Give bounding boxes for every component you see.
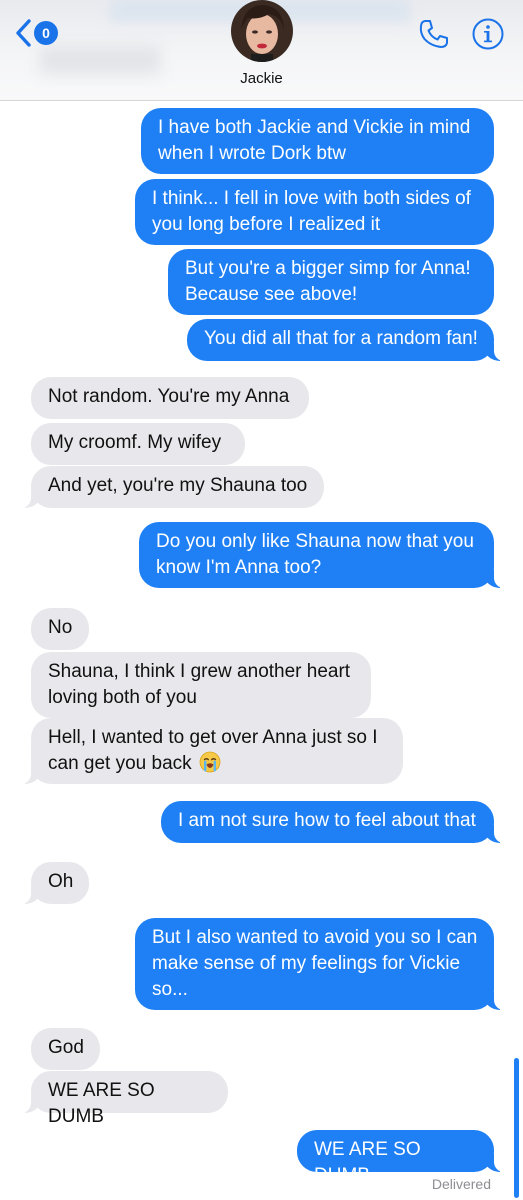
message-bubble-sent[interactable]: Do you only like Shauna now that you kno… <box>139 522 508 588</box>
message-bubble-sent[interactable]: WE ARE SO DUMB <box>297 1130 508 1186</box>
message-bubble-received[interactable]: God <box>31 1028 100 1070</box>
message-bubble-sent[interactable]: But I also wanted to avoid you so I can … <box>135 918 508 1010</box>
message-bubble-received[interactable]: My croomf. My wifey <box>31 423 245 465</box>
chevron-left-icon <box>16 19 31 47</box>
info-button[interactable] <box>472 18 504 55</box>
call-button[interactable] <box>418 18 450 55</box>
contact-avatar[interactable] <box>231 0 293 62</box>
message-bubble-received[interactable]: And yet, you're my Shauna too <box>17 466 324 508</box>
message-bubble-sent[interactable]: I think... I fell in love with both side… <box>135 179 494 245</box>
message-text: Shauna, I think I grew another heart lov… <box>48 661 351 708</box>
message-bubble-received[interactable]: Oh <box>17 862 89 904</box>
message-bubble-sent[interactable]: I am not sure how to feel about that <box>161 801 508 843</box>
message-text: And yet, you're my Shauna too <box>48 475 308 496</box>
phone-icon <box>419 20 448 48</box>
message-text: God <box>48 1037 84 1058</box>
message-text: Not random. You're my Anna <box>48 386 290 407</box>
conversation-header: 0 Jackie <box>0 0 523 101</box>
message-bubble-received[interactable]: Shauna, I think I grew another heart lov… <box>31 652 371 718</box>
scrollbar[interactable] <box>514 1058 519 1198</box>
delivered-status: Delivered <box>431 1176 491 1192</box>
info-icon <box>472 18 504 50</box>
message-text: I have both Jackie and Vickie in mind wh… <box>158 117 471 164</box>
message-text: Do you only like Shauna now that you kno… <box>156 531 474 578</box>
back-button[interactable]: 0 <box>14 18 58 48</box>
message-text: I think... I fell in love with both side… <box>152 188 471 235</box>
message-text: You did all that for a random fan! <box>204 328 478 349</box>
message-text: My croomf. My wifey <box>48 432 222 453</box>
loudly-crying-face-icon <box>199 751 221 773</box>
message-text: I am not sure how to feel about that <box>178 810 476 831</box>
message-text: But I also wanted to avoid you so I can … <box>152 927 478 1000</box>
message-bubble-received[interactable]: Not random. You're my Anna <box>31 377 309 419</box>
message-bubble-sent[interactable]: But you're a bigger simp for Anna! Becau… <box>168 249 494 315</box>
message-text: WE ARE SO DUMB <box>48 1080 155 1127</box>
message-bubble-received[interactable]: Hell, I wanted to get over Anna just so … <box>17 718 403 784</box>
unread-count-badge: 0 <box>34 21 58 45</box>
message-bubble-received[interactable]: WE ARE SO DUMB <box>17 1071 228 1127</box>
avatar-photo <box>231 0 293 62</box>
message-text: No <box>48 617 73 638</box>
message-text: WE ARE SO DUMB <box>314 1139 421 1186</box>
message-text: But you're a bigger simp for Anna! Becau… <box>185 258 471 305</box>
message-bubble-received[interactable]: No <box>31 608 89 650</box>
contact-name[interactable]: Jackie <box>0 70 523 87</box>
message-text: Oh <box>48 871 74 892</box>
message-bubble-sent[interactable]: You did all that for a random fan! <box>187 319 508 361</box>
message-bubble-sent[interactable]: I have both Jackie and Vickie in mind wh… <box>141 108 494 174</box>
